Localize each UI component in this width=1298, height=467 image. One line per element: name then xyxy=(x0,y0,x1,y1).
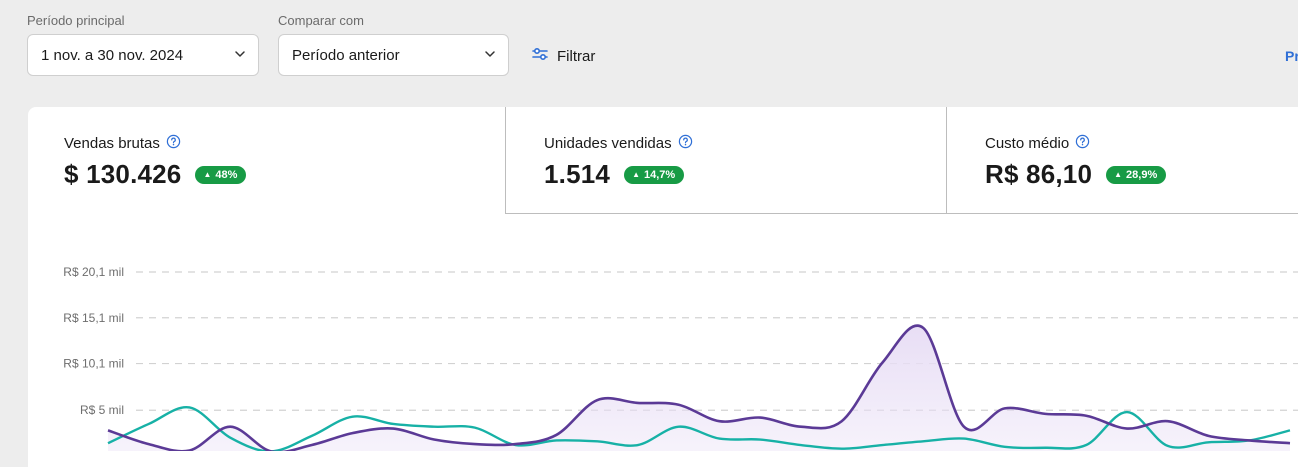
right-link-partial[interactable]: Pr xyxy=(1285,48,1298,64)
metric-tab-gross-sales[interactable]: Vendas brutas $ 130.426 ▲ 48% xyxy=(28,107,506,214)
change-value: 28,9% xyxy=(1126,168,1158,181)
help-icon[interactable] xyxy=(678,134,693,153)
filter-button[interactable]: Filtrar xyxy=(531,44,595,68)
help-icon[interactable] xyxy=(166,134,181,153)
metric-value: $ 130.426 xyxy=(64,159,182,189)
metric-title: Custo médio xyxy=(985,135,1070,152)
compare-with-select[interactable]: Período anterior xyxy=(278,34,509,76)
metric-title: Unidades vendidas xyxy=(544,135,672,152)
filter-button-label: Filtrar xyxy=(557,47,596,65)
metric-tab-average-cost[interactable]: Custo médio R$ 86,10 ▲ 28,9% xyxy=(946,107,1298,214)
sales-metrics-card: R$ 20,1 mil R$ 15,1 mil R$ 10,1 mil R$ 5 mi… xyxy=(28,107,1298,467)
metric-value: R$ 86,10 xyxy=(985,159,1093,189)
arrow-up-icon: ▲ xyxy=(203,170,212,179)
arrow-up-icon: ▲ xyxy=(632,170,640,179)
metric-value: 1.514 xyxy=(544,159,611,189)
primary-period-value: 1 nov. a 30 nov. 2024 xyxy=(41,46,184,64)
primary-period-select[interactable]: 1 nov. a 30 nov. 2024 xyxy=(27,34,259,76)
y-tick-label: R$ 5 mil xyxy=(80,403,124,417)
arrow-up-icon: ▲ xyxy=(1114,170,1123,179)
y-tick-label: R$ 20,1 mil xyxy=(63,265,124,279)
change-badge: ▲ 48% xyxy=(195,165,247,184)
y-tick-label: R$ 10,1 mil xyxy=(63,357,124,371)
metric-title: Vendas brutas xyxy=(64,135,160,152)
primary-period-label: Período principal xyxy=(27,13,125,28)
metric-tab-units-sold[interactable]: Unidades vendidas 1.514 ▲ 14,7% xyxy=(505,107,947,214)
change-badge: ▲ 14,7% xyxy=(624,165,685,184)
help-icon[interactable] xyxy=(1075,134,1090,153)
chevron-down-icon xyxy=(234,47,246,64)
change-badge: ▲ 28,9% xyxy=(1106,165,1167,184)
compare-with-label: Comparar com xyxy=(278,13,364,28)
change-value: 14,7% xyxy=(644,168,676,181)
sliders-icon xyxy=(531,45,549,67)
y-tick-label: R$ 15,1 mil xyxy=(63,311,124,325)
change-value: 48% xyxy=(215,168,238,181)
compare-with-value: Período anterior xyxy=(292,46,400,64)
chevron-down-icon xyxy=(484,47,496,64)
